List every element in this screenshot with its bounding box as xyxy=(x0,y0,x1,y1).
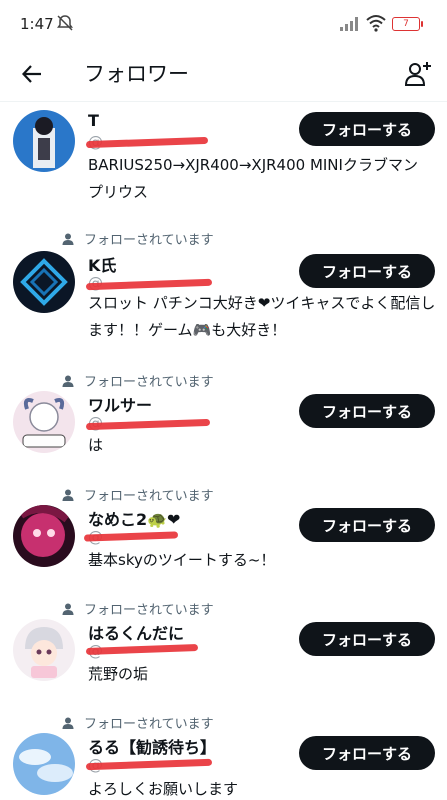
follower-list: T @ BARIUS250→XJR400→XJR400 MINIクラブマン プリ… xyxy=(0,103,447,800)
notifications-muted-icon xyxy=(57,15,73,31)
avatar[interactable] xyxy=(13,110,75,172)
follow-button[interactable]: フォローする xyxy=(299,736,435,770)
display-name: K氏 xyxy=(88,256,117,275)
avatar-image xyxy=(13,391,75,453)
avatar[interactable] xyxy=(13,619,75,681)
bio: 荒野の垢 xyxy=(88,665,149,683)
display-name: ワルサー xyxy=(88,396,153,415)
follow-button[interactable]: フォローする xyxy=(299,622,435,656)
follows-you-indicator: フォローされています xyxy=(62,371,214,390)
handle-redaction xyxy=(85,136,209,149)
follow-button[interactable]: フォローする xyxy=(299,394,435,428)
add-user-button[interactable] xyxy=(400,56,436,92)
add-user-icon xyxy=(404,62,431,86)
avatar-image xyxy=(13,505,75,567)
app-header: フォロワー xyxy=(0,46,447,102)
list-item[interactable]: フォローされています なめこ2🐢❤ @ 基本skyのツイートする~！ フォローす… xyxy=(0,484,447,598)
follows-you-indicator: フォローされています xyxy=(62,713,214,732)
handle-redaction xyxy=(85,278,213,291)
person-icon xyxy=(62,375,74,387)
bio: 基本skyのツイートする~！ xyxy=(88,551,276,569)
battery-level: 7 xyxy=(403,19,409,29)
bio: は xyxy=(88,436,104,454)
person-icon xyxy=(62,603,74,615)
follows-you-indicator: フォローされています xyxy=(62,229,214,248)
back-button[interactable] xyxy=(14,56,50,92)
list-item[interactable]: フォローされています るる【勧誘待ち】 @ よろしくお願いします フォローする xyxy=(0,712,447,800)
follow-button[interactable]: フォローする xyxy=(299,112,435,146)
avatar[interactable] xyxy=(13,251,75,313)
list-item[interactable]: フォローされています ワルサー @ は フォローする xyxy=(0,370,447,484)
bio: よろしくお願いします xyxy=(88,780,239,798)
display-name: T xyxy=(88,111,99,130)
follow-button[interactable]: フォローする xyxy=(299,508,435,542)
list-item[interactable]: フォローされています はるくんだに @ 荒野の垢 フォローする xyxy=(0,598,447,712)
follows-you-label: フォローされています xyxy=(84,603,214,618)
bio: スロット パチンコ大好き❤ツイキャスでよく配信します！！ゲーム🎮も大好き！ xyxy=(88,294,436,339)
avatar-image xyxy=(13,619,75,681)
list-item[interactable]: フォローされています K氏 @ スロット パチンコ大好き❤ツイキャスでよく配信し… xyxy=(0,228,447,370)
list-item[interactable]: T @ BARIUS250→XJR400→XJR400 MINIクラブマン プリ… xyxy=(0,103,447,228)
follow-button[interactable]: フォローする xyxy=(299,254,435,288)
avatar-image xyxy=(13,251,75,313)
follows-you-label: フォローされています xyxy=(84,375,214,390)
display-name: はるくんだに xyxy=(88,624,185,643)
signal-icon xyxy=(340,17,358,31)
follows-you-indicator: フォローされています xyxy=(62,485,214,504)
person-icon xyxy=(62,717,74,729)
status-bar: 1:47 7 xyxy=(0,0,447,46)
follows-you-indicator: フォローされています xyxy=(62,599,214,618)
display-name: なめこ2🐢❤ xyxy=(88,510,181,529)
handle-redaction xyxy=(85,758,213,771)
follows-you-label: フォローされています xyxy=(84,489,214,504)
follows-you-label: フォローされています xyxy=(84,717,214,732)
avatar[interactable] xyxy=(13,391,75,453)
handle-redaction xyxy=(85,418,211,431)
bio: BARIUS250→XJR400→XJR400 MINIクラブマン プリウス xyxy=(88,156,433,201)
status-time: 1:47 xyxy=(20,15,54,33)
battery-icon: 7 xyxy=(392,17,423,31)
avatar-image xyxy=(13,110,75,172)
arrow-left-icon xyxy=(21,65,41,83)
person-icon xyxy=(62,489,74,501)
person-icon xyxy=(62,233,74,245)
follows-you-label: フォローされています xyxy=(84,233,214,248)
page-title: フォロワー xyxy=(84,62,189,86)
wifi-icon xyxy=(366,15,386,32)
avatar-image xyxy=(13,733,75,795)
avatar[interactable] xyxy=(13,505,75,567)
avatar[interactable] xyxy=(13,733,75,795)
display-name: るる【勧誘待ち】 xyxy=(88,738,217,757)
